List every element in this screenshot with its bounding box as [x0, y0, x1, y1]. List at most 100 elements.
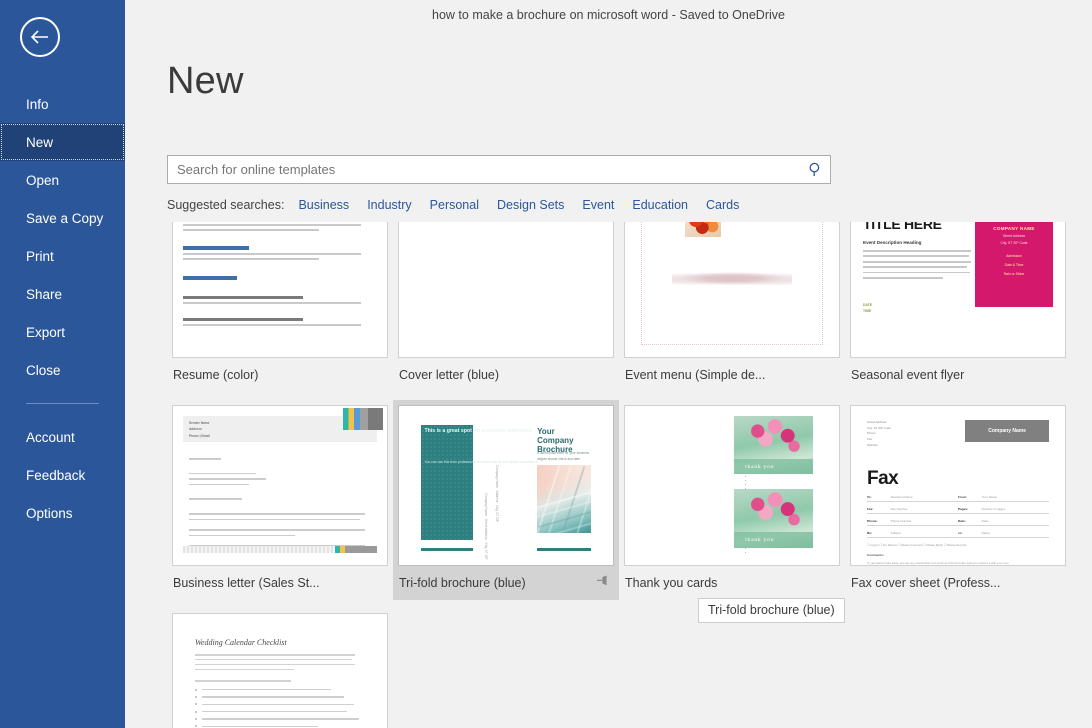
- thumb-title: Fax: [867, 468, 1049, 490]
- suggested-link-design-sets[interactable]: Design Sets: [497, 198, 564, 212]
- template-label: Business letter (Sales St...: [173, 576, 320, 590]
- thumb-company: Company Name: [988, 428, 1026, 434]
- thumb-sender: Sender NameAddressPhone | Email: [189, 420, 210, 439]
- fax-row-label: Date:: [958, 519, 982, 523]
- thumb-checkboxes: ☐ Urgent ☐ For Review ☐ Please Comment ☐…: [867, 543, 1049, 547]
- sidebar-item-info[interactable]: Info: [0, 85, 125, 123]
- sidebar-item-feedback[interactable]: Feedback: [0, 456, 125, 494]
- thumb-subtitle: Event Description Heading: [863, 240, 921, 245]
- pin-icon[interactable]: [595, 574, 608, 592]
- thumb-comments-label: Comments:: [867, 553, 1049, 557]
- template-tooltip: Tri-fold brochure (blue): [698, 598, 845, 623]
- template-tile-footer: Event menu (Simple de...: [624, 358, 840, 392]
- template-tile-footer: Cover letter (blue): [398, 358, 614, 392]
- thumb-title: Wedding Calendar Checklist: [195, 638, 287, 647]
- sidebar-item-label: Options: [26, 506, 73, 521]
- sidebar-item-share[interactable]: Share: [0, 275, 125, 313]
- suggested-link-event[interactable]: Event: [582, 198, 614, 212]
- sidebar-item-label: Share: [26, 287, 62, 302]
- fax-row-value: Recipient Name: [891, 495, 958, 499]
- thumb-food-image: [685, 222, 721, 237]
- thumb-swash-decoration: [672, 271, 792, 285]
- suggested-searches-label: Suggested searches:: [167, 198, 284, 212]
- sidebar-item-options[interactable]: Options: [0, 494, 125, 532]
- sidebar-item-save-a-copy[interactable]: Save a Copy: [0, 199, 125, 237]
- template-tile-cover-letter-blue[interactable]: Your Name Cover letter (blue): [393, 222, 619, 392]
- thumb-pink-panel: COMPANY NAME Street AddressCity, ST ZIP …: [975, 222, 1053, 307]
- document-title: how to make a brochure on microsoft word…: [125, 8, 1092, 22]
- template-tile-tri-fold-brochure-blue[interactable]: This is a great spot for a mission state…: [393, 400, 619, 600]
- sidebar-item-account[interactable]: Account: [0, 418, 125, 456]
- suggested-link-personal[interactable]: Personal: [430, 198, 479, 212]
- template-label: Event menu (Simple de...: [625, 368, 765, 382]
- fax-row-label: Pages:: [958, 507, 982, 511]
- template-thumbnail: [172, 222, 388, 358]
- sidebar-item-print[interactable]: Print: [0, 237, 125, 275]
- fax-row-value: Your Name: [982, 495, 1049, 499]
- sidebar-divider: [26, 403, 99, 404]
- template-thumbnail: [624, 222, 840, 358]
- thumb-title: TITLE HERE: [863, 222, 942, 232]
- backstage-sidebar: Info New Open Save a Copy Print Share Ex…: [0, 0, 125, 728]
- template-label: Thank you cards: [625, 576, 717, 590]
- sidebar-item-label: New: [26, 135, 53, 150]
- sidebar-item-label: Account: [26, 430, 75, 445]
- template-label: Resume (color): [173, 368, 258, 382]
- sidebar-item-new[interactable]: New: [0, 123, 125, 161]
- template-gallery-scroll[interactable]: Resume (color) Your Name Cover letter (b…: [125, 222, 1092, 728]
- search-icon: [808, 162, 823, 177]
- sidebar-item-close[interactable]: Close: [0, 351, 125, 389]
- fax-row-value: Fax Number: [891, 507, 958, 511]
- template-tile-business-letter[interactable]: Sender NameAddressPhone | Email: [167, 400, 393, 600]
- suggested-link-industry[interactable]: Industry: [367, 198, 411, 212]
- fax-row-label: Fax:: [867, 507, 891, 511]
- thumb-brochure-subtitle: A useful placement for your business deg…: [537, 451, 591, 462]
- fax-row-value: Phone Number: [891, 519, 958, 523]
- suggested-link-education[interactable]: Education: [632, 198, 688, 212]
- thumb-brochure-image: [537, 465, 591, 532]
- sidebar-item-label: Export: [26, 325, 65, 340]
- thumb-greeting: thank you: [745, 464, 774, 470]
- thumb-company-box: Company Name: [965, 420, 1049, 442]
- suggested-searches: Suggested searches: Business Industry Pe…: [167, 198, 757, 212]
- sidebar-item-open[interactable]: Open: [0, 161, 125, 199]
- template-tile-footer: Seasonal event flyer: [850, 358, 1066, 392]
- template-tile-footer: Business letter (Sales St...: [172, 566, 388, 600]
- search-input[interactable]: [168, 162, 800, 177]
- template-tile-seasonal-event-flyer[interactable]: TITLE HERE Event Description Heading DAT…: [845, 222, 1071, 392]
- template-thumbnail: This is a great spot for a mission state…: [398, 405, 614, 566]
- suggested-link-cards[interactable]: Cards: [706, 198, 739, 212]
- fax-row-value: Subject: [891, 531, 958, 535]
- template-thumbnail: Street AddressCity, ST ZIP CodePhoneFaxW…: [850, 405, 1066, 566]
- template-tile-footer: Resume (color): [172, 358, 388, 392]
- fax-row-value: Number of pages: [982, 507, 1049, 511]
- template-thumbnail: Sender NameAddressPhone | Email: [172, 405, 388, 566]
- template-tile-wedding-calendar-checklist[interactable]: Wedding Calendar Checklist: [167, 608, 393, 728]
- template-tile-footer: Fax cover sheet (Profess...: [850, 566, 1066, 600]
- thumb-date: DATETIME: [863, 302, 872, 314]
- word-backstage-new-screen: Info New Open Save a Copy Print Share Ex…: [0, 0, 1092, 728]
- sidebar-item-label: Print: [26, 249, 54, 264]
- search-button[interactable]: [800, 156, 830, 183]
- template-label: Tri-fold brochure (blue): [399, 576, 526, 590]
- fax-row-value: Date: [982, 519, 1049, 523]
- template-tile-resume-color[interactable]: Resume (color): [167, 222, 393, 392]
- fax-row-label: Re:: [867, 531, 891, 535]
- suggested-link-business[interactable]: Business: [298, 198, 349, 212]
- template-thumbnail: Your Name: [398, 222, 614, 358]
- thumb-paragraph: To get started right away, just tap any …: [867, 561, 1049, 566]
- thumb-contact-vertical-2: Company Name · Street Address · City, ST…: [482, 493, 488, 559]
- template-search-box[interactable]: [167, 155, 831, 184]
- back-arrow-icon: [31, 30, 49, 44]
- fax-row-label: Phone:: [867, 519, 891, 523]
- sidebar-item-label: Feedback: [26, 468, 85, 483]
- template-tile-thank-you-cards[interactable]: thank you thank you Thank you cards: [619, 400, 845, 600]
- back-button[interactable]: [20, 17, 60, 57]
- sidebar-item-export[interactable]: Export: [0, 313, 125, 351]
- backstage-main: how to make a brochure on microsoft word…: [125, 0, 1092, 728]
- template-tile-event-menu[interactable]: Event menu (Simple de...: [619, 222, 845, 392]
- template-label: Seasonal event flyer: [851, 368, 964, 382]
- sidebar-item-label: Open: [26, 173, 59, 188]
- template-tile-fax-cover-sheet[interactable]: Street AddressCity, ST ZIP CodePhoneFaxW…: [845, 400, 1071, 600]
- template-thumbnail: TITLE HERE Event Description Heading DAT…: [850, 222, 1066, 358]
